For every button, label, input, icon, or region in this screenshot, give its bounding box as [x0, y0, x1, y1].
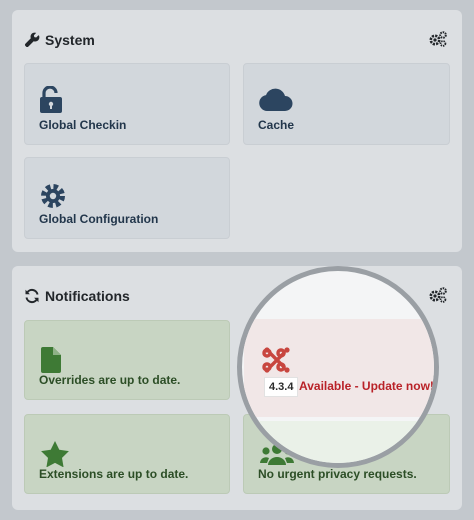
global-checkin-tile[interactable]: Global Checkin — [24, 63, 230, 145]
joomla-logo-icon — [262, 345, 292, 375]
spotlight-magnifier: 4.3.4 Available - Update now! — [237, 266, 439, 468]
extensions-label: Extensions are up to date. — [39, 467, 189, 481]
update-now-link[interactable]: Available - Update now! — [299, 379, 434, 393]
cloud-icon — [258, 88, 294, 117]
gears-icon[interactable] — [428, 286, 448, 304]
system-panel: System Global Checkin Cache Global Confi… — [12, 10, 462, 252]
global-configuration-label: Global Configuration — [39, 212, 159, 226]
cache-label: Cache — [258, 118, 295, 132]
sync-icon — [24, 288, 40, 304]
extensions-tile[interactable]: Extensions are up to date. — [24, 414, 230, 494]
overrides-label: Overrides are up to date. — [39, 373, 181, 387]
version-badge: 4.3.4 — [264, 377, 299, 397]
global-configuration-tile[interactable]: Global Configuration — [24, 157, 230, 239]
privacy-requests-label: No urgent privacy requests. — [258, 467, 417, 481]
cache-tile[interactable]: Cache — [243, 63, 450, 145]
overrides-tile[interactable]: Overrides are up to date. — [24, 320, 230, 400]
notifications-title: Notifications — [45, 288, 130, 304]
gears-icon[interactable] — [428, 30, 448, 48]
system-title: System — [45, 32, 95, 48]
unlock-icon — [39, 85, 65, 119]
cog-icon — [39, 182, 67, 215]
privacy-tile-highlight — [244, 421, 434, 463]
global-checkin-label: Global Checkin — [39, 118, 127, 132]
system-panel-header: System — [24, 30, 450, 50]
wrench-icon — [24, 32, 40, 48]
